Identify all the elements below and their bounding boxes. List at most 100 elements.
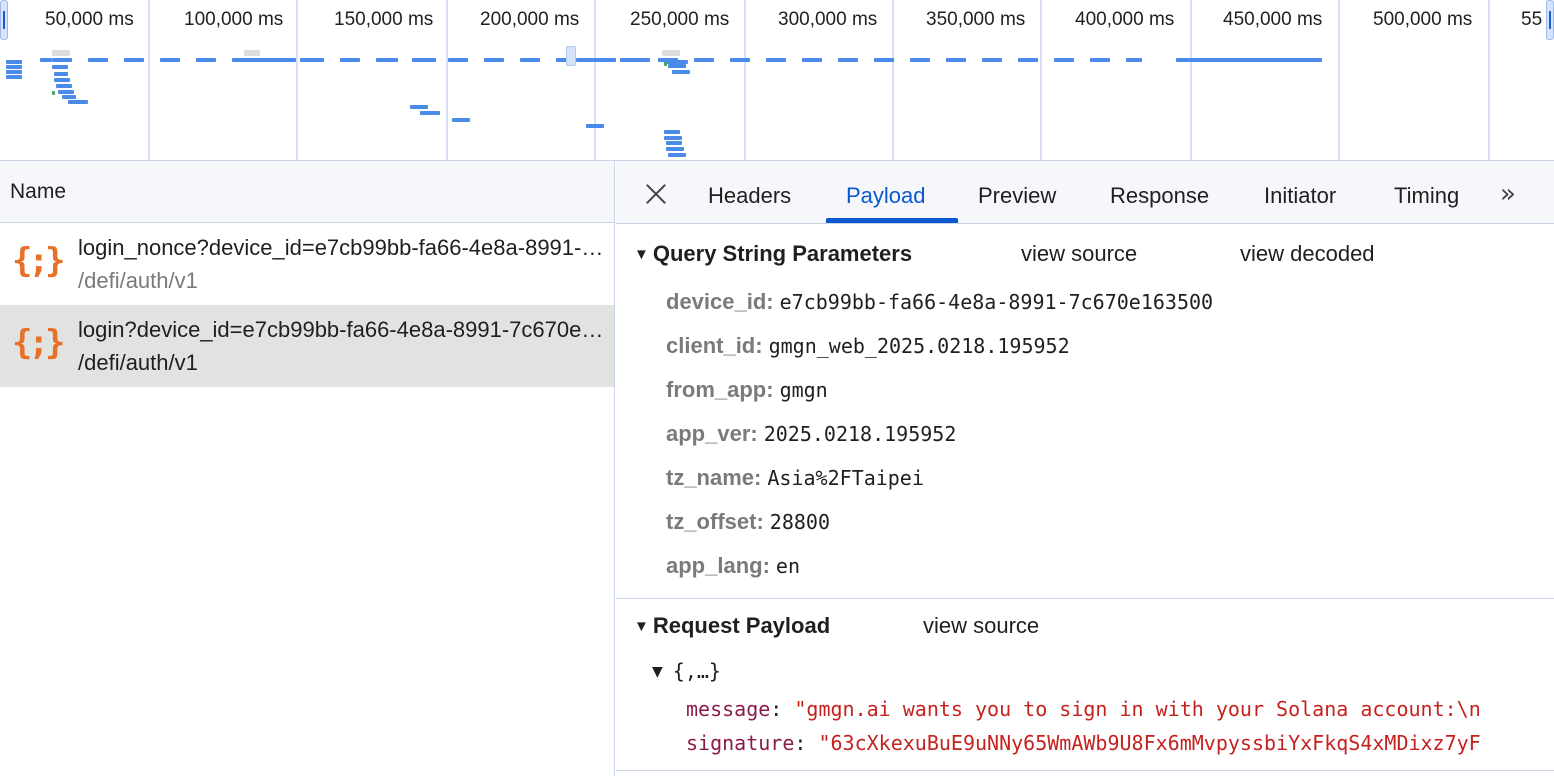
overview-request-bar (664, 130, 680, 134)
timeline-gridline (1040, 0, 1042, 160)
active-tab-indicator (826, 218, 958, 223)
tab-payload[interactable]: Payload (846, 183, 926, 223)
overview-request-bar (946, 58, 966, 62)
timeline-gridline (296, 0, 298, 160)
overview-request-bar (6, 60, 22, 64)
timeline-tick-label: 150,000 ms (334, 9, 434, 30)
request-name: login_nonce?device_id=e7cb99bb-fa66-4e8a… (78, 235, 606, 260)
payload-object-toggle[interactable]: ▼ {,…} (652, 659, 721, 683)
overview-request-bar (838, 58, 858, 62)
overview-request-bar (802, 58, 822, 62)
timeline-tick-label: 500,000 ms (1373, 9, 1473, 30)
section-title: Request Payload (652, 613, 831, 638)
section-divider (616, 770, 1554, 771)
param-key: tz_name: (666, 465, 762, 490)
timeline-tick-label: 300,000 ms (778, 9, 878, 30)
timeline-gridline (1338, 0, 1340, 160)
expand-triangle-icon: ▼ (634, 246, 649, 263)
param-key: device_id: (666, 289, 774, 314)
query-param-row: client_id: gmgn_web_2025.0218.195952 (666, 331, 1070, 361)
request-row-login-nonce[interactable]: {;} login_nonce?device_id=e7cb99bb-fa66-… (0, 223, 614, 305)
timeline-tick-label: 450,000 ms (1223, 9, 1323, 30)
overview-request-bar (576, 58, 616, 62)
tab-headers[interactable]: Headers (708, 183, 791, 223)
expand-triangle-icon: ▼ (652, 664, 663, 680)
timeline-gridline (1488, 0, 1490, 160)
param-key: from_app: (666, 377, 774, 402)
param-key: tz_offset: (666, 509, 764, 534)
param-value: 2025.0218.195952 (763, 422, 957, 446)
overview-request-bar (664, 136, 682, 140)
overview-request-bar (68, 100, 88, 104)
overview-request-bar (124, 58, 144, 62)
param-value: gmgn_web_2025.0218.195952 (768, 334, 1070, 358)
query-view-decoded-link[interactable]: view decoded (1240, 241, 1375, 267)
overview-request-bar (88, 58, 108, 62)
overview-request-bar (6, 75, 22, 79)
query-string-section-header[interactable]: ▼ Query String Parameters (634, 241, 912, 267)
fetch-xhr-icon: {;} (12, 241, 65, 281)
overview-request-bar (376, 58, 398, 62)
overview-request-bar (1126, 58, 1142, 62)
overview-request-bar (668, 153, 686, 157)
close-icon[interactable] (642, 181, 670, 209)
overview-request-bar (1176, 58, 1322, 62)
overview-request-bar (672, 70, 690, 74)
request-payload-section-header[interactable]: ▼ Request Payload (634, 613, 830, 639)
overview-request-bar (412, 58, 436, 62)
field-key: signature (686, 731, 795, 755)
tab-preview[interactable]: Preview (978, 183, 1056, 223)
param-value: gmgn (779, 378, 828, 402)
request-name: login?device_id=e7cb99bb-fa66-4e8a-8991-… (78, 317, 606, 342)
timeline-gridline (892, 0, 894, 160)
payload-view-source-link[interactable]: view source (923, 613, 1039, 639)
param-value: 28800 (769, 510, 830, 534)
timeline-tick-label: 400,000 ms (1075, 9, 1175, 30)
overview-request-bar (52, 91, 55, 95)
param-value: e7cb99bb-fa66-4e8a-8991-7c670e163500 (779, 290, 1214, 314)
overview-right-handle[interactable] (1546, 0, 1554, 40)
overview-request-bar (484, 58, 504, 62)
request-path: /defi/auth/v1 (78, 268, 198, 293)
details-tabbar: Headers Payload Preview Response Initiat… (616, 161, 1554, 224)
query-param-row: app_lang: en (666, 551, 800, 581)
overview-request-bar (244, 50, 260, 56)
payload-field-message: message: "gmgn.ai wants you to sign in w… (686, 697, 1481, 721)
query-param-row: tz_name: Asia%2FTaipei (666, 463, 924, 493)
timeline-tick-label: 250,000 ms (630, 9, 730, 30)
timeline-tick-label: 50,000 ms (45, 9, 134, 30)
more-tabs-chevron-icon[interactable]: » (1500, 179, 1516, 209)
overview-request-bar (420, 111, 440, 115)
overview-request-bar (620, 58, 650, 62)
tab-timing[interactable]: Timing (1394, 183, 1459, 223)
timeline-gridline (1190, 0, 1192, 160)
field-key: message (686, 697, 771, 721)
overview-request-bar (1018, 58, 1038, 62)
section-divider (616, 598, 1554, 599)
overview-request-bar (196, 58, 216, 62)
overview-request-bar (586, 124, 604, 128)
overview-request-bar (58, 90, 74, 94)
request-row-login[interactable]: {;} login?device_id=e7cb99bb-fa66-4e8a-8… (0, 305, 614, 387)
overview-request-bar (910, 58, 930, 62)
overview-request-bar (1054, 58, 1074, 62)
tab-initiator[interactable]: Initiator (1264, 183, 1336, 223)
overview-request-bar (340, 58, 360, 62)
overview-request-bar (52, 65, 68, 69)
tab-response[interactable]: Response (1110, 183, 1209, 223)
field-value: "gmgn.ai wants you to sign in with your … (794, 697, 1481, 721)
overview-request-bar (766, 58, 786, 62)
overview-request-bar (664, 62, 667, 66)
overview-left-handle[interactable] (0, 0, 8, 40)
query-view-source-link[interactable]: view source (1021, 241, 1137, 267)
name-column-header[interactable]: Name (0, 161, 614, 223)
network-overview-timeline[interactable]: 50,000 ms 100,000 ms 150,000 ms 200,000 … (0, 0, 1554, 161)
timeline-tick-label: 55 (1521, 9, 1543, 30)
overview-request-bar (982, 58, 1002, 62)
overview-request-bar (54, 72, 68, 76)
expand-triangle-icon: ▼ (634, 618, 649, 635)
object-preview: {,…} (672, 659, 721, 683)
timeline-gridline (148, 0, 150, 160)
param-value: Asia%2FTaipei (767, 466, 924, 490)
fetch-xhr-icon: {;} (12, 323, 65, 363)
